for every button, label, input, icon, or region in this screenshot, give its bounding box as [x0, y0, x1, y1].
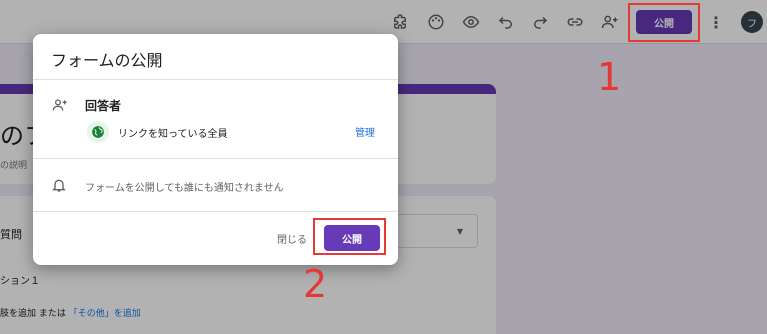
- annotation-number-1: 1: [597, 55, 622, 99]
- close-button[interactable]: 閉じる: [277, 231, 307, 246]
- dialog-title: フォームの公開: [51, 51, 163, 70]
- manage-link[interactable]: 管理: [355, 124, 375, 139]
- add-person-icon: [52, 99, 67, 111]
- annotation-number-2: 2: [303, 262, 328, 306]
- responders-label: 回答者: [85, 99, 122, 113]
- annotation-box-2: [313, 218, 386, 255]
- dialog-divider: [33, 211, 398, 212]
- dialog-divider: [33, 158, 398, 159]
- link-access-label: リンクを知っている全員: [118, 129, 228, 140]
- dialog-divider: [33, 79, 398, 80]
- globe-icon: [87, 121, 109, 143]
- notification-note: フォームを公開しても誰にも通知されません: [85, 183, 284, 194]
- annotation-box-1: [628, 3, 700, 42]
- bell-icon: [52, 179, 66, 192]
